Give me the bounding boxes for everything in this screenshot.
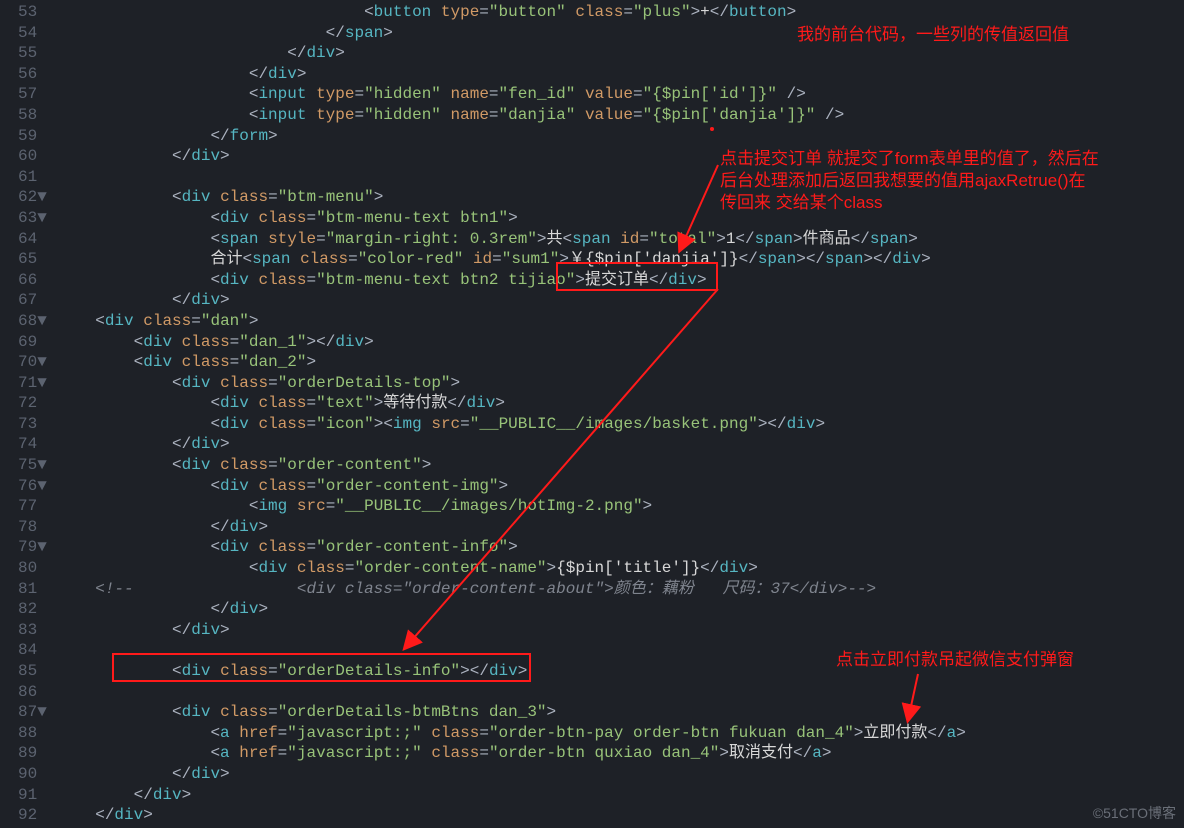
code-editor: 53 54 55 56 57 58 59 60 61 62▼ 63▼ 64 65… — [0, 0, 1184, 828]
code-line: <div class="order-content-name">{$pin['t… — [57, 558, 966, 579]
code-line: <div class="dan"> — [57, 311, 966, 332]
code-line: </form> — [57, 126, 966, 147]
code-line: <div class="btm-menu-text btn2 tijiao">提… — [57, 270, 966, 291]
code-line: <div class="orderDetails-top"> — [57, 373, 966, 394]
code-line: 合计<span class="color-red" id="sum1">￥{$p… — [57, 249, 966, 270]
code-line: <img src="__PUBLIC__/images/hotImg-2.png… — [57, 496, 966, 517]
code-line: <div class="dan_1"></div> — [57, 332, 966, 353]
code-line: </div> — [57, 64, 966, 85]
code-line: <span style="margin-right: 0.3rem">共<spa… — [57, 229, 966, 250]
code-line: </div> — [57, 599, 966, 620]
code-line: <div class="order-content"> — [57, 455, 966, 476]
code-line: <div class="dan_2"> — [57, 352, 966, 373]
code-line: </div> — [57, 517, 966, 538]
code-line: </div> — [57, 434, 966, 455]
code-line — [57, 682, 966, 703]
code-line: </div> — [57, 620, 966, 641]
code-line: </div> — [57, 764, 966, 785]
code-line: <div class="text">等待付款</div> — [57, 393, 966, 414]
code-line: <a href="javascript:;" class="order-btn … — [57, 743, 966, 764]
code-line — [57, 640, 966, 661]
code-line: <div class="icon"><img src="__PUBLIC__/i… — [57, 414, 966, 435]
code-line: <div class="orderDetails-btmBtns dan_3"> — [57, 702, 966, 723]
code-area[interactable]: <button type="button" class="plus">+</bu… — [57, 0, 966, 828]
annotation-2-line2: 后台处理添加后返回我想要的值用ajaxRetrue()在 — [720, 170, 1086, 192]
annotation-3: 点击立即付款吊起微信支付弹窗 — [836, 649, 1074, 671]
code-line: <input type="hidden" name="danjia" value… — [57, 105, 966, 126]
annotation-1: 我的前台代码，一些列的传值返回值 — [797, 24, 1069, 46]
code-line: </div> — [57, 290, 966, 311]
code-line: <input type="hidden" name="fen_id" value… — [57, 84, 966, 105]
code-line: <!-- <div class="order-content-about">颜色… — [57, 579, 966, 600]
code-line: <div class="order-content-info"> — [57, 537, 966, 558]
code-line: <div class="order-content-img"> — [57, 476, 966, 497]
watermark: ©51CTO博客 — [1093, 803, 1176, 824]
line-number-gutter: 53 54 55 56 57 58 59 60 61 62▼ 63▼ 64 65… — [0, 0, 57, 828]
code-line: <a href="javascript:;" class="order-btn-… — [57, 723, 966, 744]
annotation-2-line3: 传回来 交给某个class — [720, 192, 882, 214]
code-line: <button type="button" class="plus">+</bu… — [57, 2, 966, 23]
code-line: </div> — [57, 805, 966, 826]
code-line: </div> — [57, 785, 966, 806]
code-line: </div> — [57, 43, 966, 64]
code-line: <div class="orderDetails-info"></div> — [57, 661, 966, 682]
annotation-2-line1: 点击提交订单 就提交了form表单里的值了，然后在 — [720, 148, 1099, 170]
